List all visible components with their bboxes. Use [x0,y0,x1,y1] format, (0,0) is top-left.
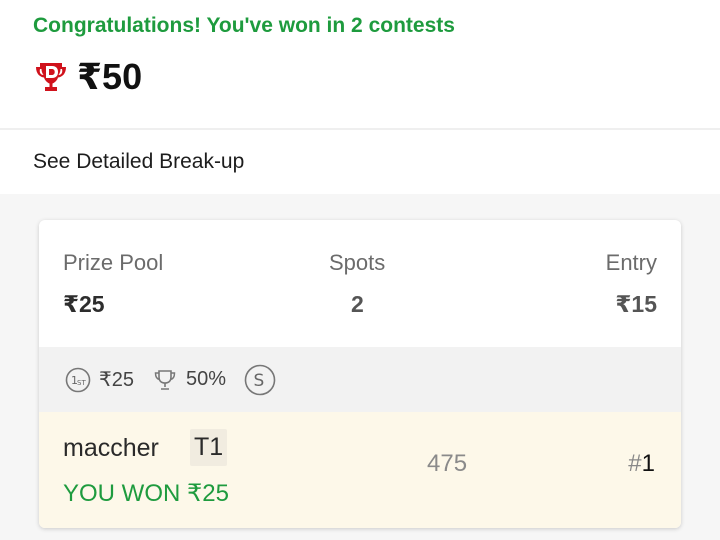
team-result-row[interactable]: maccher T1 YOU WON ₹25 475 #1 [39,412,681,528]
contest-card-header: Prize Pool ₹25 Spots 2 Entry ₹15 [39,220,681,347]
first-place-icon: 1 ST [65,367,91,392]
breakup-label: See Detailed Break-up [33,150,245,173]
winnings-summary: Congratulations! You've won in 2 contest… [0,0,720,128]
contest-info-bar: 1 ST ₹25 50% S [39,347,681,412]
total-winnings-amount: ₹50 [77,56,143,97]
congrats-message: Congratulations! You've won in 2 contest… [33,14,455,37]
team-tag: T1 [190,429,228,466]
entry-value: ₹15 [615,291,657,317]
total-winnings-row: ₹50 [33,56,142,98]
winners-percent: 50% [185,368,227,390]
svg-text:ST: ST [77,379,86,387]
spots-value: 2 [351,291,364,317]
single-entry-s-icon: S [244,364,276,395]
prize-pool-label: Prize Pool [63,250,164,275]
prize-pool-value: ₹25 [63,291,105,317]
contest-card[interactable]: Prize Pool ₹25 Spots 2 Entry ₹15 1 ST ₹2… [39,220,681,528]
svg-text:S: S [254,371,265,391]
rank-number: 1 [641,450,655,477]
spots-label: Spots [329,250,386,275]
rank-hash: # [628,450,642,477]
team-username: maccher [63,434,159,462]
trophy-d-icon [36,63,66,91]
trophy-outline-icon [154,369,176,390]
entry-label: Entry [605,250,657,275]
won-amount-text: YOU WON ₹25 [63,480,229,507]
detailed-breakup-link[interactable]: See Detailed Break-up [0,130,720,194]
team-rank: #1 [628,450,655,478]
first-prize-value: ₹25 [99,369,134,391]
team-points: 475 [427,450,468,477]
